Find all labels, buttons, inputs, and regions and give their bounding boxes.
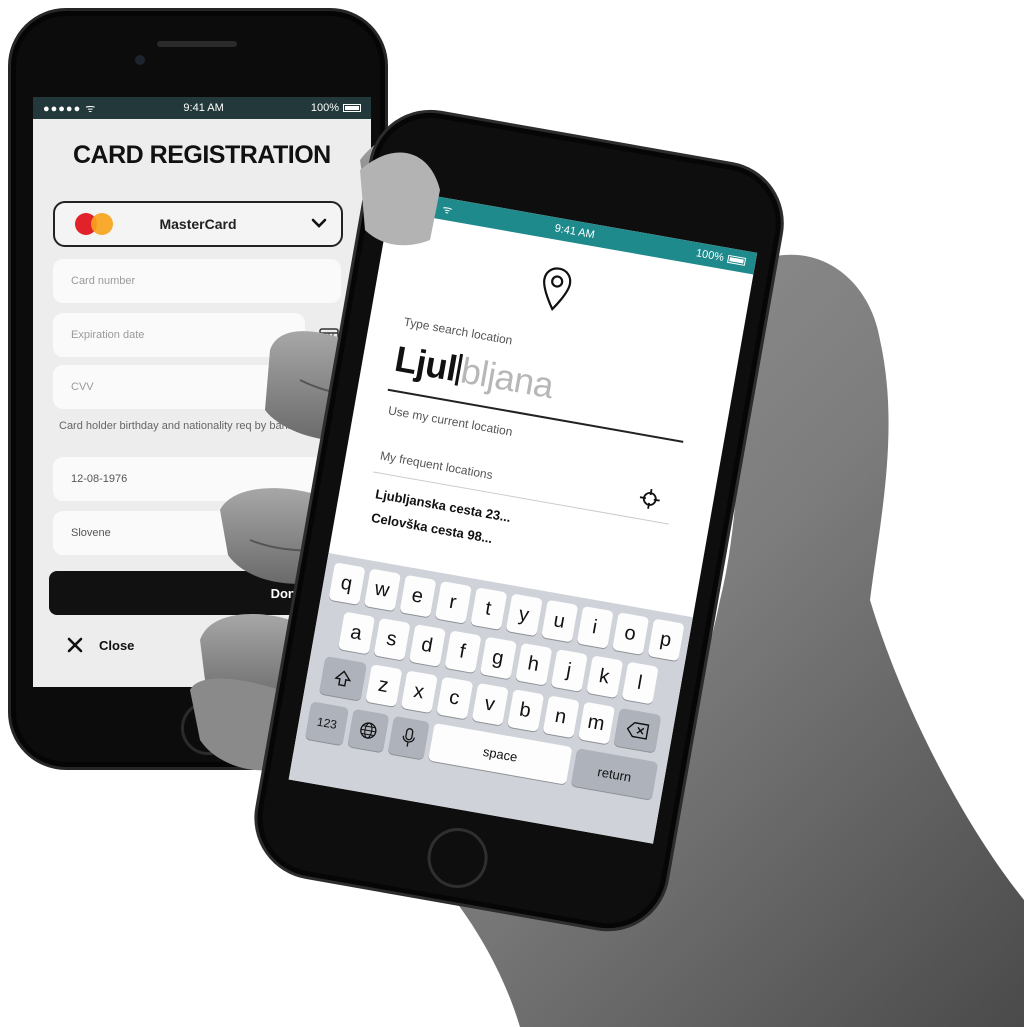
key-u[interactable]: u [540,599,578,643]
key-g[interactable]: g [479,636,517,680]
map-pin-icon [543,267,572,311]
key-y[interactable]: y [505,593,543,637]
key-j[interactable]: j [550,649,588,692]
return-key[interactable]: return [570,748,659,800]
key-x[interactable]: x [400,670,438,714]
key-k[interactable]: k [585,655,623,699]
key-o[interactable]: o [611,612,649,655]
key-m[interactable]: m [577,701,615,745]
key-b[interactable]: b [506,689,544,732]
backspace-icon [626,721,649,740]
battery-status: 100% [695,247,747,268]
shift-icon [333,670,351,687]
location-search-input[interactable]: Ljulbljana [392,338,557,407]
signal-icon: ●●●●● ᯤ [399,195,455,217]
status-bar: ●●●●● ᯤ 9:41 AM 100% [388,188,758,275]
key-h[interactable]: h [514,642,552,686]
key-r[interactable]: r [434,580,472,624]
globe-icon [360,722,377,739]
autocomplete-suggestion: bljana [457,349,557,407]
keyboard: q w e r t y u i o p a s d f g h j k l z … [288,552,693,844]
key-p[interactable]: p [647,618,685,662]
key-w[interactable]: w [363,568,401,612]
location-search-screen: ●●●●● ᯤ 9:41 AM 100% Type search locatio… [288,188,758,844]
shift-key[interactable] [318,655,367,701]
key-q[interactable]: q [327,562,366,605]
frequent-locations-label: My frequent locations [379,448,494,483]
key-i[interactable]: i [576,605,614,649]
microphone-key[interactable] [387,715,430,760]
key-v[interactable]: v [471,682,509,726]
key-n[interactable]: n [542,695,580,739]
key-f[interactable]: f [443,630,482,674]
status-time: 9:41 AM [553,222,596,242]
crosshair-icon[interactable] [637,486,662,511]
key-t[interactable]: t [469,587,507,630]
delete-key[interactable] [612,707,661,753]
battery-icon [726,254,747,266]
home-button [422,823,493,893]
numbers-key[interactable]: 123 [304,701,349,746]
globe-key[interactable] [347,708,390,753]
key-z[interactable]: z [364,664,402,707]
microphone-icon [402,728,415,747]
key-d[interactable]: d [408,624,446,667]
key-l[interactable]: l [621,661,659,705]
key-e[interactable]: e [398,574,436,618]
key-s[interactable]: s [372,617,411,661]
key-a[interactable]: a [337,611,375,655]
key-c[interactable]: c [435,676,473,720]
